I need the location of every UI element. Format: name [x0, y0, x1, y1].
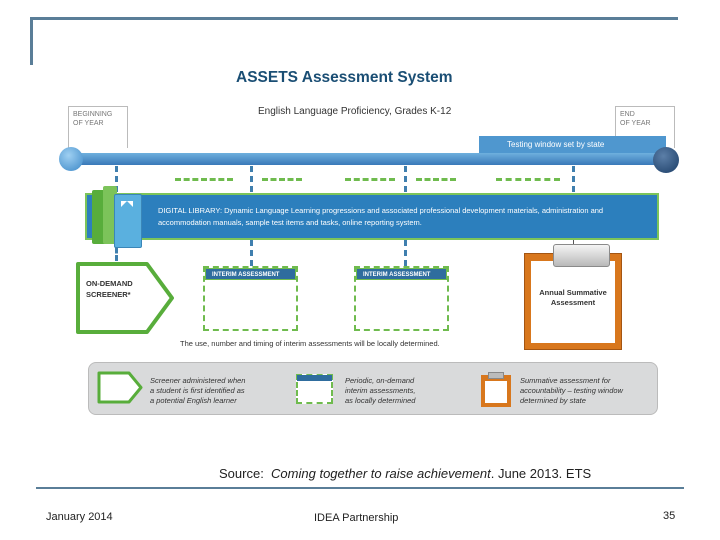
clipboard-clip-icon	[553, 244, 610, 267]
source-citation: Source: Coming together to raise achieve…	[219, 466, 591, 481]
screener-label: ON-DEMAND SCREENER*	[86, 279, 133, 299]
footer-date: January 2014	[46, 511, 113, 523]
connector-line	[404, 240, 407, 266]
timeline-end-dot	[653, 147, 679, 173]
green-dashed-arrow	[262, 178, 302, 181]
interim-assessment-box: INTERIM ASSESSMENT	[354, 266, 449, 331]
connector-line	[250, 240, 253, 266]
legend-interim-text: Periodic, on-demand interim assessments,…	[345, 376, 416, 405]
source-title: Coming together to raise achievement	[271, 466, 491, 481]
interim-assessment-box: INTERIM ASSESSMENT	[203, 266, 298, 331]
legend-summative-text: Summative assessment for accountability …	[520, 376, 623, 405]
interim-assessment-label: INTERIM ASSESSMENT	[356, 268, 447, 280]
connector-line	[572, 166, 575, 192]
legend-interim-icon-header	[297, 375, 332, 381]
connector-line	[404, 166, 407, 192]
green-dashed-arrow	[496, 178, 560, 181]
diagram-subtitle: English Language Proficiency, Grades K-1…	[258, 106, 452, 117]
slide-frame-top	[30, 17, 678, 20]
interim-assessment-label: INTERIM ASSESSMENT	[205, 268, 296, 280]
green-dashed-arrow	[175, 178, 233, 181]
connector-line	[250, 166, 253, 192]
green-dashed-arrow	[345, 178, 395, 181]
testing-window-bar: Testing window set by state	[479, 136, 666, 153]
timeline-start-dot	[59, 147, 83, 171]
diagram-title: ASSETS Assessment System	[236, 69, 453, 86]
beginning-of-year-label: BEGINNING OF YEAR	[68, 106, 128, 148]
timeline-bar	[68, 153, 670, 165]
footer-organization: IDEA Partnership	[314, 512, 399, 524]
bookmark-icon	[121, 201, 133, 207]
page-number: 35	[663, 510, 676, 522]
summative-label: Annual Summative Assessment	[539, 288, 607, 307]
legend-clipboard-paper	[485, 381, 507, 403]
source-prefix: Source:	[219, 466, 264, 481]
footer-divider	[36, 487, 684, 489]
slide-frame-left	[30, 17, 33, 65]
digital-library-text: DIGITAL LIBRARY: Dynamic Language Learni…	[158, 206, 604, 227]
interim-note: The use, number and timing of interim as…	[180, 339, 440, 348]
green-dashed-arrow	[416, 178, 456, 181]
legend-screener-icon	[97, 371, 143, 404]
legend-clipboard-clip	[488, 372, 504, 379]
source-suffix: . June 2013. ETS	[490, 466, 592, 481]
legend-screener-text: Screener administered when a student is …	[150, 376, 246, 405]
